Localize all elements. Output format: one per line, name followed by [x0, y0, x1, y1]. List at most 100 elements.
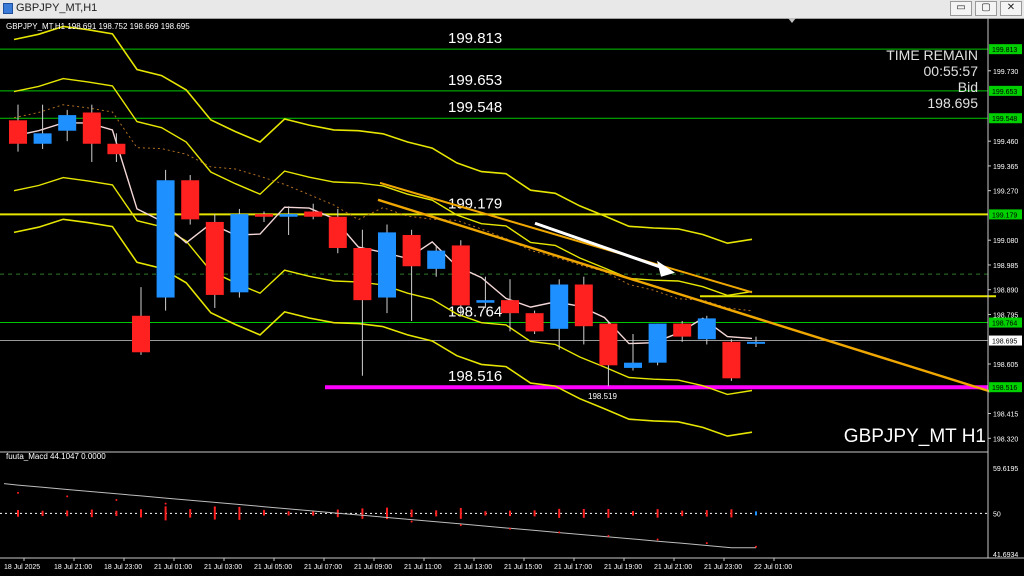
candle-body-30 [722, 341, 741, 379]
level-label-2: 199.653 [448, 72, 502, 89]
restore-icon: ▢ [981, 2, 991, 13]
shift-marker-icon [788, 18, 796, 23]
macd-dot-21 [509, 527, 511, 530]
price-tick-11: 198.890 [993, 288, 1018, 295]
time-tick-5: 21 Jul 03:00 [204, 564, 242, 571]
level-tag-text-4: 199.548 [992, 116, 1017, 123]
minimize-button[interactable]: ▭ [950, 1, 972, 16]
level-tag-text-13: 198.764 [992, 321, 1017, 328]
close-button[interactable]: ✕ [1000, 1, 1022, 16]
macd-dot-17 [410, 520, 413, 523]
level-tag-text-1: 199.813 [992, 47, 1017, 54]
time-remain-label: TIME REMAIN [886, 47, 978, 63]
restore-button[interactable]: ▢ [975, 1, 997, 16]
candle-body-8 [181, 180, 200, 220]
candle-body-3 [58, 115, 77, 131]
candle-body-9 [205, 221, 224, 295]
time-remain-value: 00:55:57 [924, 63, 979, 79]
symbol-watermark: GBPJPY_MT H1 [844, 426, 986, 447]
macd-dot-11 [263, 509, 265, 512]
candle-body-2 [33, 133, 52, 144]
candle-body-28 [673, 323, 692, 337]
time-tick-7: 21 Jul 07:00 [304, 564, 342, 571]
time-tick-13: 21 Jul 19:00 [604, 564, 642, 571]
macd-tick-1: 59.6195 [993, 466, 1018, 473]
candle-body-13 [304, 211, 323, 217]
macd-tick-2: 50 [993, 511, 1001, 518]
macd-dot-9 [213, 506, 216, 509]
macd-dot-23 [558, 531, 561, 534]
bid-value: 198.695 [927, 95, 978, 111]
time-tick-11: 21 Jul 15:00 [504, 564, 542, 571]
candle-body-15 [353, 248, 372, 301]
candle-body-17 [402, 234, 421, 267]
price-tick-5: 199.460 [993, 139, 1018, 146]
candle-body-10 [230, 214, 249, 293]
level-tag-text-8: 199.179 [992, 212, 1017, 219]
title-bar[interactable]: GBPJPY_MT,H1 ▭ ▢ ✕ [0, 0, 1024, 19]
candle-body-18 [427, 250, 446, 269]
time-tick-4: 21 Jul 01:00 [154, 564, 192, 571]
candle-body-6 [132, 315, 150, 353]
level-label-6: 198.516 [448, 368, 502, 385]
macd-dot-1 [17, 491, 19, 494]
candle-body-20 [476, 300, 495, 303]
candle-body-7 [156, 180, 175, 298]
app-icon [3, 3, 13, 14]
candle-body-19 [451, 245, 470, 306]
macd-dot-15 [361, 516, 364, 519]
price-tick-17: 198.415 [993, 412, 1018, 419]
macd-dot-27 [656, 538, 659, 541]
candle-body-29 [697, 318, 716, 340]
level-tag-text-16: 198.516 [992, 385, 1017, 392]
symbol-header: GBPJPY_MT,H1 198.691 198.752 198.669 198… [6, 22, 190, 31]
bid-label: Bid [958, 79, 978, 95]
candle-body-14 [328, 216, 347, 249]
time-tick-8: 21 Jul 09:00 [354, 564, 392, 571]
current-price-tag-text: 198.695 [992, 339, 1017, 346]
low-marker: 198.519 [588, 392, 617, 401]
time-tick-12: 21 Jul 17:00 [554, 564, 592, 571]
macd-dot-7 [164, 502, 167, 505]
candle-body-12 [279, 214, 298, 217]
upper-band-outer [13, 25, 753, 245]
chart-window: GBPJPY_MT,H1 ▭ ▢ ✕ 199.813 199.653 199.548… [0, 0, 1024, 576]
price-chart[interactable]: 199.813 199.653 199.548 199.179 198.764 198.5… [0, 18, 1024, 576]
macd-label: fuuta_Macd 44.1047 0.0000 [6, 452, 106, 461]
close-icon: ✕ [1006, 2, 1016, 13]
price-tick-2: 199.730 [993, 69, 1018, 76]
price-tick-18: 198.320 [993, 436, 1018, 443]
candle-body-25 [599, 323, 618, 366]
time-tick-6: 21 Jul 05:00 [254, 564, 292, 571]
time-tick-9: 21 Jul 11:00 [404, 564, 442, 571]
macd-dot-31 [755, 545, 757, 548]
macd-dot-5 [115, 499, 118, 502]
candle-body-4 [82, 112, 101, 144]
candle-body-16 [378, 232, 396, 298]
time-tick-14: 21 Jul 21:00 [654, 564, 692, 571]
level-label-1: 199.813 [448, 30, 502, 47]
minimize-icon: ▭ [956, 2, 966, 13]
price-tick-7: 199.270 [993, 189, 1018, 196]
macd-dot-25 [607, 534, 610, 537]
macd-dot-19 [459, 524, 462, 527]
candle-body-1 [9, 120, 27, 144]
candle-body-22 [525, 313, 544, 332]
window-title: GBPJPY_MT,H1 [16, 2, 98, 14]
candle-body-5 [107, 143, 126, 155]
candle-body-26 [624, 362, 642, 368]
macd-dot-3 [66, 495, 69, 498]
time-tick-10: 21 Jul 13:00 [454, 564, 492, 571]
price-tick-10: 198.985 [993, 263, 1018, 270]
time-tick-3: 18 Jul 23:00 [104, 564, 142, 571]
candle-body-21 [501, 300, 519, 314]
level-tag-text-3: 199.653 [992, 89, 1017, 96]
level-label-5: 198.764 [448, 304, 502, 321]
candle-body-31 [747, 341, 765, 344]
macd-dot-13 [312, 513, 315, 516]
level-label-3: 199.548 [448, 99, 502, 116]
price-tick-15: 198.605 [993, 362, 1018, 369]
candle-body-11 [255, 214, 273, 217]
time-tick-2: 18 Jul 21:00 [54, 564, 92, 571]
macd-tick-3: 41.6934 [993, 552, 1018, 559]
